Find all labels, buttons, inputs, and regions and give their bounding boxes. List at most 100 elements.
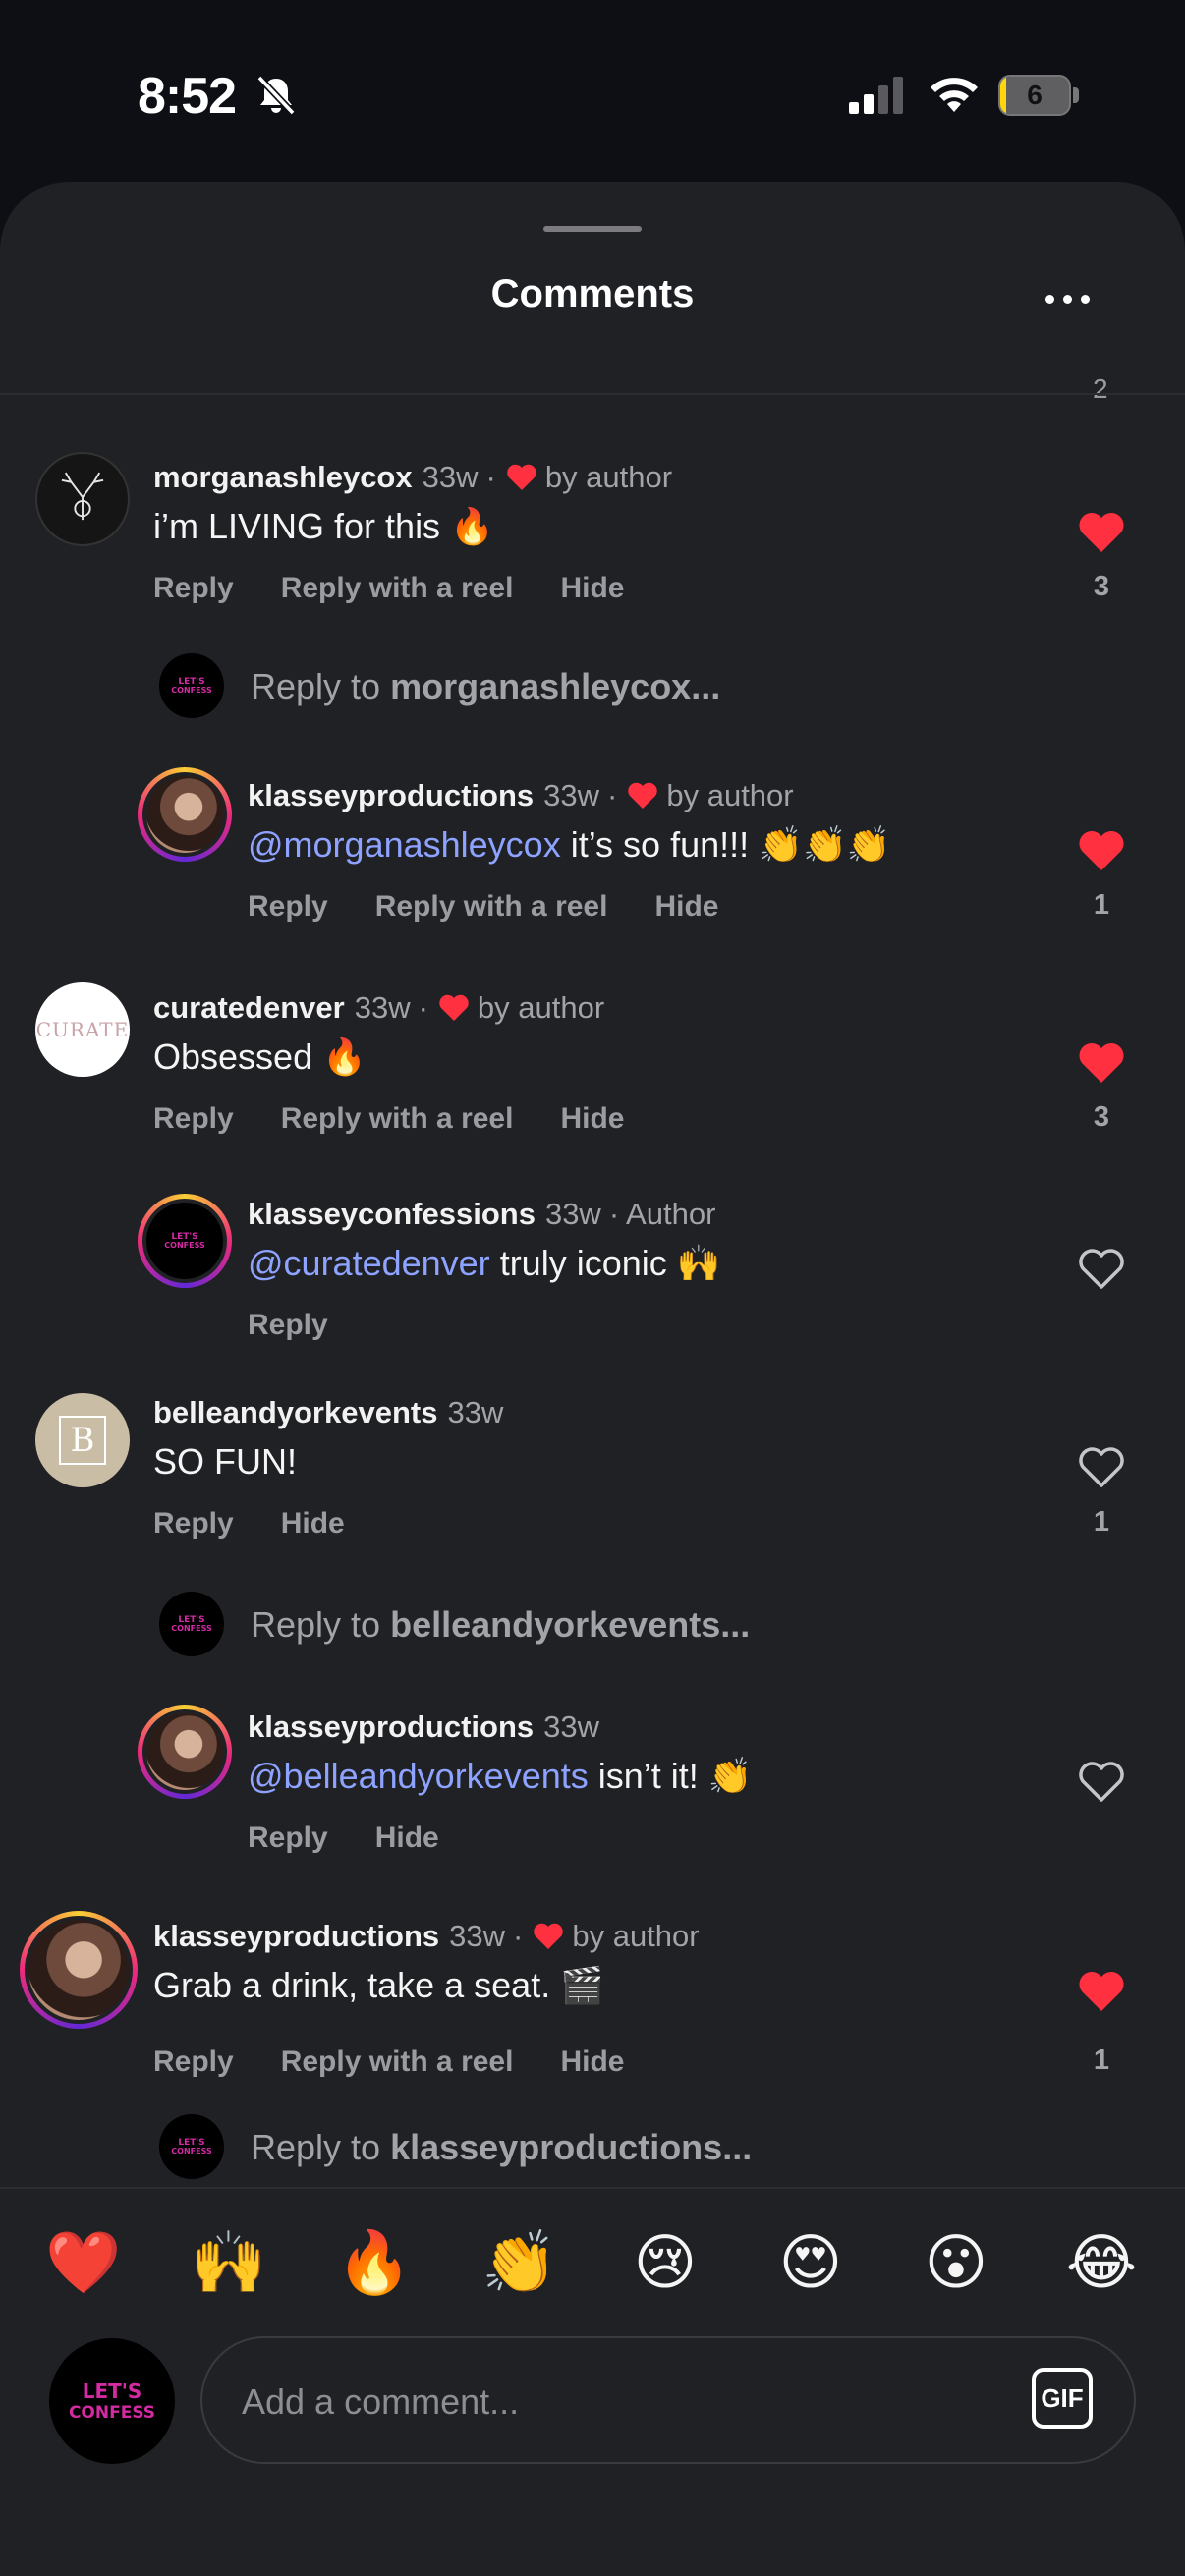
mention-link[interactable]: @morganashleycox <box>248 824 561 865</box>
my-avatar: LET'S CONFESS <box>159 1592 224 1656</box>
comment-time: 33w <box>354 990 411 1025</box>
sheet-grabber[interactable] <box>543 226 642 232</box>
hide-button[interactable]: Hide <box>560 1102 624 1136</box>
reply-button[interactable]: Reply <box>153 1507 234 1540</box>
reply-button[interactable]: Reply <box>248 1821 328 1855</box>
avatar-story-ring[interactable] <box>138 1705 232 1799</box>
comment-text: Grab a drink, take a seat. 🎬 <box>153 1965 605 2005</box>
comment-username[interactable]: klasseyconfessions <box>248 1197 536 1232</box>
reply-to-prefix: Reply to <box>251 2127 391 2167</box>
hide-button[interactable]: Hide <box>654 890 718 924</box>
comment-username[interactable]: klasseyproductions <box>248 1709 534 1745</box>
battery-percent: 6 <box>1027 80 1043 110</box>
liked-by-author-heart-icon <box>628 782 658 809</box>
reaction-clap[interactable]: 👏 <box>476 2226 564 2299</box>
status-bar: 8:52 6 <box>0 0 1185 182</box>
like-heart-icon[interactable] <box>1077 1969 1126 2014</box>
avatar-story-ring[interactable] <box>138 767 232 862</box>
liked-by-author-heart-icon <box>534 1923 564 1949</box>
reply-with-reel-button[interactable]: Reply with a reel <box>281 1102 514 1136</box>
comment-header: klasseyproductions 33w · by author <box>153 1919 700 1954</box>
mention-link[interactable]: @curatedenver <box>248 1243 490 1283</box>
avatar[interactable]: CURATE <box>35 982 130 1077</box>
sheet-title: Comments <box>490 272 695 315</box>
like-heart-icon[interactable] <box>1077 828 1126 873</box>
comment-text-body: truly iconic 🙌 <box>489 1243 721 1283</box>
like-heart-icon[interactable] <box>1077 1040 1126 1086</box>
avatar-logo-text: CURATE <box>35 1018 130 1041</box>
reply-button[interactable]: Reply <box>248 1309 328 1342</box>
avatar-logo-text: B <box>70 1421 95 1460</box>
reply-button[interactable]: Reply <box>248 890 328 924</box>
comment-header: belleandyorkevents 33w <box>153 1395 503 1430</box>
previous-like-count: 2 <box>1093 373 1108 404</box>
reaction-surprised[interactable]: 😮 <box>912 2226 1000 2298</box>
avatar-story-ring[interactable]: LET'S CONFESS <box>138 1194 232 1288</box>
composer-avatar: LET'S CONFESS <box>49 2338 175 2464</box>
mention-link[interactable]: @belleandyorkevents <box>248 1756 589 1796</box>
status-time: 8:52 <box>138 68 237 125</box>
reply-with-reel-button[interactable]: Reply with a reel <box>281 572 514 605</box>
cellular-signal-icon <box>849 77 903 114</box>
like-heart-outline-icon[interactable] <box>1077 1445 1126 1490</box>
reply-to-prompt[interactable]: Reply to morganashleycox... <box>251 666 720 707</box>
comment-username[interactable]: klasseyproductions <box>248 778 534 813</box>
like-heart-outline-icon[interactable] <box>1077 1247 1126 1292</box>
reply-to-target: morganashleycox... <box>390 666 721 706</box>
reply-button[interactable]: Reply <box>153 572 234 605</box>
comment-time: 33w <box>449 1919 506 1953</box>
comment-header: klasseyproductions 33w <box>248 1709 599 1745</box>
reaction-heart-eyes[interactable]: 😍 <box>766 2226 855 2298</box>
reaction-raised-hands[interactable]: 🙌 <box>185 2226 273 2299</box>
comment-time: 33w <box>422 460 479 494</box>
by-author-label: by author <box>666 778 794 812</box>
comment-header: klasseyconfessions 33w · Author <box>248 1197 715 1232</box>
comment-username[interactable]: morganashleycox <box>153 460 413 495</box>
like-count: 1 <box>1093 889 1110 921</box>
like-count: 1 <box>1093 1506 1110 1538</box>
reply-button[interactable]: Reply <box>153 1102 234 1136</box>
reply-with-reel-button[interactable]: Reply with a reel <box>375 890 608 924</box>
more-options-icon[interactable] <box>1045 284 1104 313</box>
reply-to-prompt[interactable]: Reply to belleandyorkevents... <box>251 1604 750 1646</box>
avatar[interactable] <box>35 452 130 546</box>
comment-text: @curatedenver truly iconic 🙌 <box>248 1243 721 1284</box>
reaction-crying[interactable]: 😢 <box>621 2226 709 2298</box>
comment-username[interactable]: curatedenver <box>153 990 345 1026</box>
reaction-fire[interactable]: 🔥 <box>330 2226 419 2299</box>
comment-username[interactable]: belleandyorkevents <box>153 1395 437 1430</box>
comment-input[interactable]: Add a comment... GIF <box>200 2336 1136 2464</box>
like-heart-outline-icon[interactable] <box>1077 1760 1126 1805</box>
reply-with-reel-button[interactable]: Reply with a reel <box>281 2045 514 2079</box>
reaction-laughing[interactable]: 😂 <box>1057 2226 1146 2298</box>
header-divider <box>0 393 1185 395</box>
comment-text-body: it’s so fun!!! 👏👏👏 <box>560 824 891 865</box>
reply-to-target: klasseyproductions... <box>390 2127 753 2167</box>
gif-button[interactable]: GIF <box>1032 2368 1093 2429</box>
hide-button[interactable]: Hide <box>281 1507 345 1540</box>
comment-text: Obsessed 🔥 <box>153 1036 367 1077</box>
reply-to-prompt[interactable]: Reply to klasseyproductions... <box>251 2127 752 2168</box>
like-heart-icon[interactable] <box>1077 510 1126 555</box>
comment-actions: Reply Hide <box>248 1821 439 1855</box>
reply-button[interactable]: Reply <box>153 2045 234 2079</box>
hide-button[interactable]: Hide <box>375 1821 439 1855</box>
reaction-heart[interactable]: ❤️ <box>39 2226 128 2299</box>
my-avatar: LET'S CONFESS <box>159 653 224 718</box>
reply-to-target: belleandyorkevents... <box>390 1604 751 1645</box>
reply-to-prefix: Reply to <box>251 666 391 706</box>
hide-button[interactable]: Hide <box>560 572 624 605</box>
like-count: 3 <box>1093 1101 1110 1133</box>
comment-actions: Reply Reply with a reel Hide <box>248 890 718 924</box>
comment-time: 33w <box>447 1395 504 1429</box>
comment-header: morganashleycox 33w · by author <box>153 460 673 495</box>
hide-button[interactable]: Hide <box>560 2045 624 2079</box>
comment-text: SO FUN! <box>153 1441 298 1482</box>
avatar-story-ring[interactable] <box>20 1911 138 2029</box>
comment-username[interactable]: klasseyproductions <box>153 1919 439 1954</box>
avatar[interactable]: B <box>35 1393 130 1487</box>
comment-time: 33w <box>544 1197 601 1231</box>
comment-time: 33w <box>543 1709 600 1744</box>
liked-by-author-heart-icon <box>439 994 469 1021</box>
quick-reactions-bar: ❤️ 🙌 🔥 👏 😢 😍 😮 😂 <box>0 2187 1185 2334</box>
